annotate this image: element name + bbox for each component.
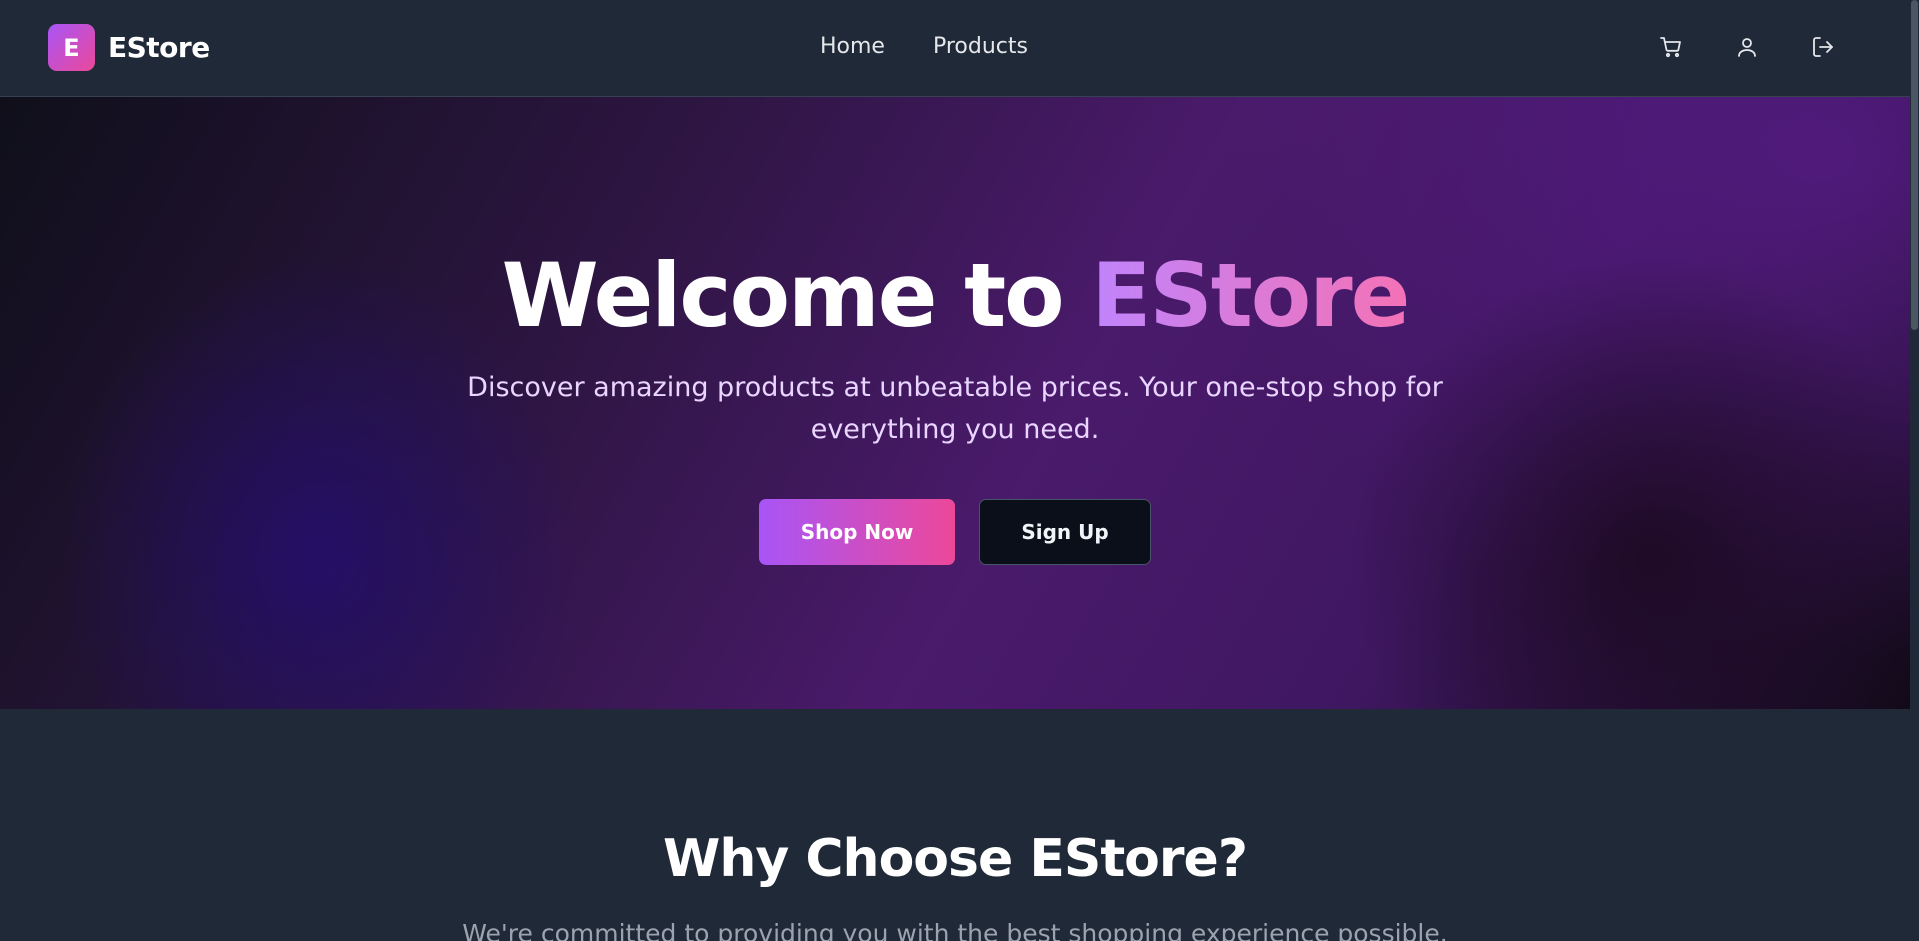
nav-link-home[interactable]: Home <box>820 34 885 59</box>
top-navbar: E EStore Home Products <box>0 0 1910 97</box>
main-nav: Home Products <box>820 34 1028 59</box>
features-section: Why Choose EStore? We're committed to pr… <box>0 709 1910 941</box>
brand-name: EStore <box>108 31 210 64</box>
sign-up-button[interactable]: Sign Up <box>979 499 1151 565</box>
features-title: Why Choose EStore? <box>663 829 1248 889</box>
page: E EStore Home Products Welcome to EStore… <box>0 0 1919 941</box>
logout-icon[interactable] <box>1810 33 1836 61</box>
nav-link-products[interactable]: Products <box>933 34 1028 59</box>
hero-title-accent: EStore <box>1091 244 1410 347</box>
page-scrollbar[interactable] <box>1910 0 1919 941</box>
features-subtitle: We're committed to providing you with th… <box>462 919 1448 941</box>
cart-icon[interactable] <box>1658 33 1684 61</box>
hero-subtitle: Discover amazing products at unbeatable … <box>467 372 1443 445</box>
header-actions <box>1658 33 1836 61</box>
hero-actions: Shop Now Sign Up <box>0 499 1910 565</box>
hero-title-prefix: Welcome to <box>501 244 1092 347</box>
user-icon[interactable] <box>1734 33 1760 61</box>
scrollbar-thumb[interactable] <box>1911 0 1918 330</box>
brand-logo[interactable]: E EStore <box>48 24 210 71</box>
hero-title: Welcome to EStore <box>0 244 1910 347</box>
hero-section: Welcome to EStore Discover amazing produ… <box>0 97 1910 709</box>
shop-now-button[interactable]: Shop Now <box>759 499 955 565</box>
brand-badge: E <box>48 24 95 71</box>
